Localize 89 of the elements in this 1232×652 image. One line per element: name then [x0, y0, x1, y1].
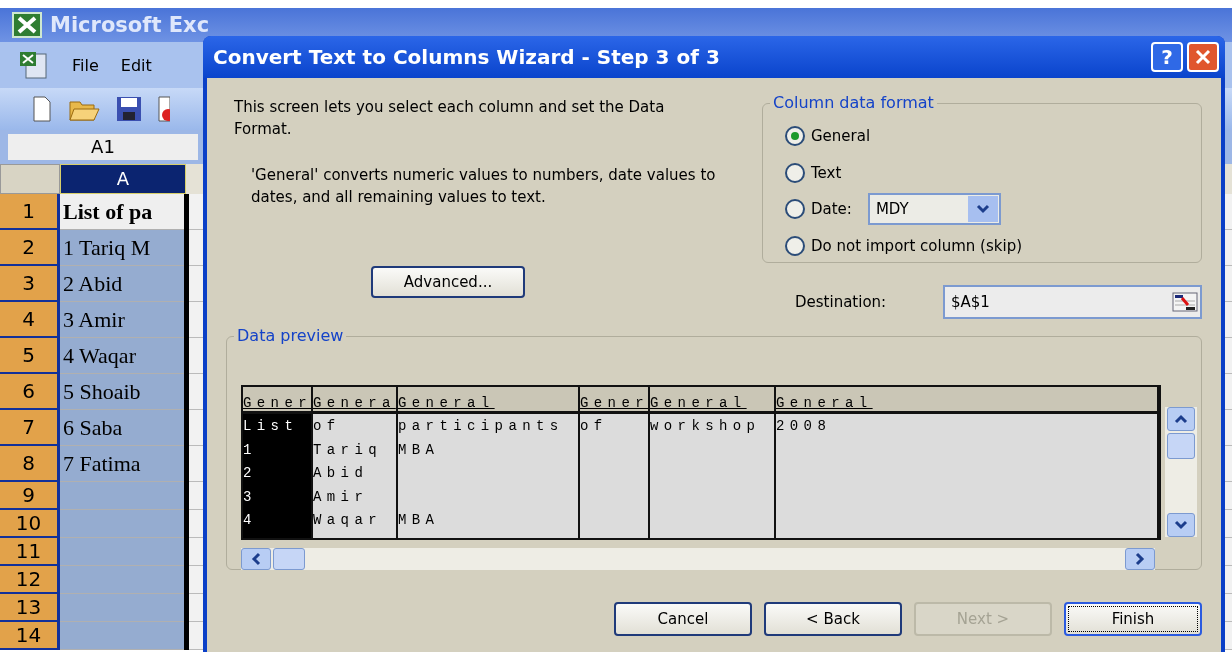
column-header[interactable]: A — [60, 164, 186, 194]
menu-item[interactable]: Edit — [120, 55, 152, 75]
menu-item[interactable]: File — [72, 55, 99, 75]
row-header[interactable]: 8 — [0, 446, 60, 482]
date-format-dropdown[interactable]: MDY — [867, 193, 1001, 226]
preview-cell: MBA — [398, 512, 440, 528]
row-header[interactable]: 10 — [0, 510, 60, 538]
range-picker-icon[interactable] — [1172, 292, 1198, 312]
field-label: Destination: — [794, 293, 888, 311]
radio-option[interactable]: Do not import column (skip) — [785, 235, 1022, 256]
document-delete-icon[interactable] — [158, 96, 170, 122]
row-header[interactable]: 2 — [0, 230, 60, 266]
horizontal-scrollbar[interactable] — [241, 548, 1155, 570]
spreadsheet-cell[interactable]: 7 Fatima — [60, 446, 184, 482]
dialog-title: Convert Text to Columns Wizard - Step 3 of 3 — [213, 45, 720, 69]
chevron-right-icon[interactable] — [1135, 552, 1145, 566]
preview-cell: 3 — [243, 488, 257, 505]
chevron-down-icon — [975, 204, 990, 215]
column-format-header[interactable]: General — [398, 387, 580, 411]
spreadsheet-cell[interactable] — [60, 566, 184, 594]
spreadsheet-cell[interactable]: 2 Abid — [60, 266, 184, 302]
radio-option[interactable]: Date: — [785, 199, 852, 220]
preview-cell: Tariq — [313, 441, 382, 458]
vertical-scrollbar[interactable] — [1165, 407, 1197, 537]
spreadsheet-cell[interactable]: List of pa — [60, 194, 184, 230]
spreadsheet-cell[interactable] — [60, 622, 184, 650]
spreadsheet-cell[interactable] — [60, 482, 184, 510]
spreadsheet-cell[interactable]: 1 Tariq M — [60, 230, 184, 266]
preview-cell: Abid — [313, 465, 369, 481]
preview-cell: List — [243, 418, 299, 434]
close-button[interactable] — [1187, 42, 1219, 72]
column-format-header[interactable]: General — [650, 387, 776, 411]
spreadsheet-cell[interactable] — [60, 538, 184, 566]
intro-text: This screen lets you select each column and set the Data Format. — [234, 97, 666, 140]
preview-cell: Waqar — [313, 512, 382, 528]
row-header[interactable]: 12 — [0, 566, 60, 594]
destination-field[interactable]: $A$1 — [943, 285, 1202, 319]
save-icon[interactable] — [116, 96, 142, 122]
data-preview-table[interactable]: Gener Genera General Gener General General List 1 2 3 4 of Tariq Abid Amir Waqar participants MBA MBA of workshop 2008 — [241, 385, 1161, 540]
spreadsheet-cell[interactable] — [60, 594, 184, 622]
select-all-corner[interactable] — [0, 164, 60, 194]
row-header[interactable]: 7 — [0, 410, 60, 446]
spreadsheet-logo-icon — [12, 12, 42, 38]
row-header[interactable]: 11 — [0, 538, 60, 566]
close-icon[interactable] — [1194, 48, 1212, 66]
row-header[interactable]: 9 — [0, 482, 60, 510]
chevron-up-icon[interactable] — [1174, 414, 1188, 424]
radio-option[interactable]: Text — [785, 162, 842, 183]
preview-cell: 4 — [243, 512, 257, 528]
preview-cell: participants — [398, 418, 564, 434]
new-document-icon[interactable] — [32, 96, 52, 122]
window-title: Microsoft Exc — [50, 13, 210, 37]
row-header[interactable]: 13 — [0, 594, 60, 622]
spreadsheet-cell[interactable]: 4 Waqar — [60, 338, 184, 374]
column-format-header[interactable]: Gener — [243, 387, 313, 411]
wizard-button[interactable]: Finish — [1064, 602, 1202, 636]
spreadsheet-cell[interactable] — [60, 510, 184, 538]
wizard-button[interactable]: Cancel — [614, 602, 752, 636]
chevron-down-icon[interactable] — [1174, 520, 1188, 530]
help-button[interactable]: ? — [1151, 42, 1183, 72]
row-header[interactable]: 1 — [0, 194, 60, 230]
name-box[interactable]: A1 — [8, 134, 198, 160]
radio-option[interactable]: General — [785, 126, 871, 147]
row-header[interactable]: 5 — [0, 338, 60, 374]
row-header[interactable]: 14 — [0, 622, 60, 650]
preview-cell: 2 — [243, 465, 257, 481]
spreadsheet-cell[interactable]: 5 Shoaib — [60, 374, 184, 410]
row-header[interactable]: 4 — [0, 302, 60, 338]
group-legend: Data preview — [234, 326, 347, 346]
spreadsheet-cell[interactable]: 3 Amir — [60, 302, 184, 338]
chevron-left-icon[interactable] — [251, 552, 261, 566]
scrollbar-thumb[interactable] — [273, 548, 305, 570]
preview-cell: 2008 — [776, 418, 832, 434]
wizard-button[interactable]: < Back — [764, 602, 902, 636]
scrollbar-thumb[interactable] — [1167, 433, 1195, 459]
preview-cell: workshop — [650, 418, 761, 434]
column-format-header[interactable]: General — [776, 387, 1159, 411]
explanation-text: 'General' converts numeric values to numbers, date values to dates, and all remaining values to text. — [251, 165, 717, 208]
column-format-header[interactable]: Genera — [313, 387, 398, 411]
row-header[interactable]: 6 — [0, 374, 60, 410]
advanced-button[interactable]: Advanced... — [371, 266, 525, 298]
preview-cell: of — [580, 418, 608, 434]
row-header[interactable]: 3 — [0, 266, 60, 302]
preview-cell: MBA — [398, 441, 440, 458]
preview-cell: Amir — [313, 488, 369, 505]
spreadsheet-cell[interactable]: 6 Saba — [60, 410, 184, 446]
column-format-header[interactable]: Gener — [580, 387, 650, 411]
preview-cell: of — [313, 418, 341, 434]
preview-cell: 1 — [243, 441, 257, 458]
